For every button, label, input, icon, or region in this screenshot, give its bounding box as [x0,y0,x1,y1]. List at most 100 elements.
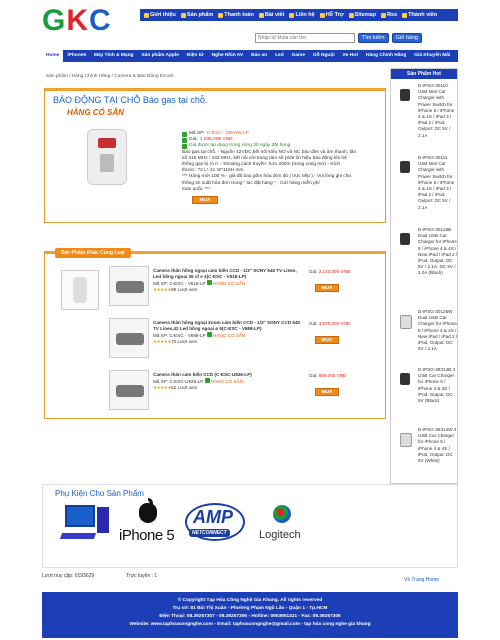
menu-home[interactable]: Home [42,50,64,62]
topnav-rss[interactable]: Rss [381,12,397,18]
topnav-members[interactable]: Thành viên [402,12,437,18]
buy-button[interactable]: MUA [315,336,339,344]
topnav-label: Sản phẩm [186,12,214,18]
product-desc-7: toàn quốc *** [182,186,211,192]
related-item: Camera thân hồng ngoại cảm biến CCD - 1/… [109,266,379,308]
related-item-views: 69 Lượt xem [171,287,198,292]
product-image[interactable] [87,129,127,185]
sidebar-product-text[interactable]: D-IPSG-30111 USB Mini Car Charger with P… [418,155,458,211]
topnav-support[interactable]: Hỗ Trợ [319,12,344,18]
amp-accessory[interactable]: AMP NETCONNECT [183,503,253,553]
related-item-title[interactable]: Camera thân hồng ngoại Zoom cảm biến CCD… [153,320,303,332]
online-count: Trực tuyến : 1 [126,573,158,579]
topnav-articles[interactable]: Bài viết [258,12,284,18]
top-navigation: Giới thiệu Sản phẩm Thanh toán Bài viết … [140,9,458,21]
related-item-price-row: Giá: 2.143.000 VNĐ [309,269,350,274]
car-charger-image[interactable] [396,431,416,447]
support-icon [319,12,325,18]
related-item-text: Camera thân cảm biến CCD (C-ESC-U926-LP)… [153,372,303,391]
menu-genuine[interactable]: Hàng Chính Hãng [362,50,410,62]
sidebar-product-text[interactable]: D-IPSG-30126B Dual USB Car Charger for i… [418,227,458,277]
footer-website[interactable]: Website: www.taphoacongnghe.com - Email:… [42,621,458,629]
related-tab[interactable]: Sản Phẩm Khác Cùng Loại [55,248,131,258]
footer-copyright: © Copyright Tạp Hóa Công Nghệ Gia Khang.… [177,598,323,603]
sidebar-title: Sản Phẩm Hot [391,69,457,79]
accessories-section: Phụ Kiện Cho Sản Phẩm iPhone 5 AMP NETCO… [42,484,458,568]
menu-led[interactable]: Led [271,50,288,62]
sidebar-product-text[interactable]: D-IPSG-30110 USB Mini Car Charger with P… [418,83,458,139]
menu-promo[interactable]: Giá Khuyến Mãi [410,50,454,62]
price-label: Giá: [309,321,318,326]
car-charger-image[interactable] [396,231,416,247]
topnav-payment[interactable]: Thanh toán [218,12,254,18]
topnav-label: Liên hệ [295,12,315,18]
topnav-label: Thanh toán [224,12,254,18]
accessories-title: Phụ Kiện Cho Sản Phẩm [55,489,144,498]
search-button-label: Tìm kiếm [362,35,385,41]
menu-electronics[interactable]: Điện tử [183,50,208,62]
apple-logo-icon [139,498,157,523]
product-detail: BÁO ĐỘNG TẠI CHỖ Báo gas tại chỗ. HÀNG C… [44,88,386,223]
logitech-logo-icon [273,505,291,523]
related-item-price: 865.000 VNĐ [318,373,347,378]
site-logo[interactable]: GKC [42,6,112,36]
menu-security[interactable]: Báo an [247,50,271,62]
related-item-stock: HÀNG CÓ SẴN [213,333,246,338]
rating-stars-icon: ★★★★★ [153,339,172,344]
contact-icon [289,12,295,18]
sidebar-product-text[interactable]: D-IPSG-30126W Dual USB Car Charger for i… [418,309,458,352]
camera-image[interactable] [109,370,149,410]
car-charger-image[interactable] [396,313,416,329]
keyboard-icon [59,533,97,539]
related-item-price: 2.143.000 VNĐ [318,269,351,274]
menu-computers[interactable]: Máy Tính & Mạng [90,50,137,62]
related-thumbnail[interactable] [61,270,99,310]
related-item-code: Mã SP: C-ESC - V518-LP [153,281,206,286]
related-item-price-row: Giá: 865.000 VNĐ [309,373,346,378]
back-home-link[interactable]: Về Trang Home [404,577,439,583]
menu-game[interactable]: Game [288,50,309,62]
amp-logo: AMP [193,507,233,527]
topnav-label: Thành viên [408,12,438,18]
topnav-intro[interactable]: Giới thiệu [144,12,176,18]
breadcrumb[interactable]: Sản phẩm / Hàng Chính Hãng / Camera & Bá… [46,74,173,79]
main-menu: Home iPhone5 Máy Tính & Mạng Sản phẩm Ap… [42,50,458,62]
iphone5-accessory[interactable]: iPhone 5 [117,498,177,553]
buy-button[interactable]: MUA [315,388,339,396]
topnav-products[interactable]: Sản phẩm [180,12,214,18]
search-button[interactable]: Tìm kiếm [358,33,389,43]
camera-image[interactable] [109,266,149,306]
car-charger-image[interactable] [396,87,416,103]
buy-button[interactable]: MUA [315,284,339,292]
topnav-sitemap[interactable]: Sitemap [348,12,377,18]
related-item: Camera thân hồng ngoại Zoom cảm biến CCD… [109,318,379,360]
buy-button[interactable]: MUA [192,196,218,205]
menu-wood[interactable]: Gỗ Nguội [309,50,339,62]
product-promo: Giá được áp dụng trong vòng 30 ngày đặt … [189,143,291,149]
computer-accessory[interactable] [57,503,117,553]
related-item-code: Mã SP: C-ESC-U926-LP [153,379,204,384]
menu-apple[interactable]: Sản phẩm Apple [137,50,182,62]
menu-car[interactable]: Xe Hơi [339,50,362,62]
footer-phone: Điện Thoại: 08.39257307 - 08.39257306 - … [159,614,341,619]
rating-stars-icon: ★★★★★ [153,385,172,390]
amp-netconnect-label: NETCONNECT [189,529,230,537]
cart-button[interactable]: Giỏ hàng [391,33,422,43]
topnav-label: Sitemap [354,12,377,18]
related-item-title[interactable]: Camera thân hồng ngoại cảm biến CCD - 1/… [153,268,303,280]
logitech-accessory[interactable]: Logitech [255,503,325,553]
topnav-contact[interactable]: Liên hệ [289,12,315,18]
menu-iphone5[interactable]: iPhone5 [63,50,90,62]
related-item-text: Camera thân hồng ngoại cảm biến CCD - 1/… [153,268,303,293]
product-info: Mã SP: C-ESC - 200AW-LP Giá: 1.045.000 VNĐ… [182,131,382,205]
car-charger-image[interactable] [396,371,416,387]
logo-letter-g: G [42,4,67,37]
search-input[interactable] [255,33,355,43]
menu-av[interactable]: Nghe Nhìn AV [208,50,247,62]
topnav-label: Giới thiệu [150,12,176,18]
sidebar-product-text[interactable]: D-IPSG-38314B 4 USB Car Charger for iPho… [418,367,458,404]
sidebar-product-text[interactable]: D-IPSG-38314W 4 USB Car Charger for iPho… [418,427,458,464]
car-charger-image[interactable] [396,159,416,175]
site-stats: Lượt truy cập: 0193629 Trực tuyến : 1 [42,573,157,579]
camera-image[interactable] [109,318,149,358]
